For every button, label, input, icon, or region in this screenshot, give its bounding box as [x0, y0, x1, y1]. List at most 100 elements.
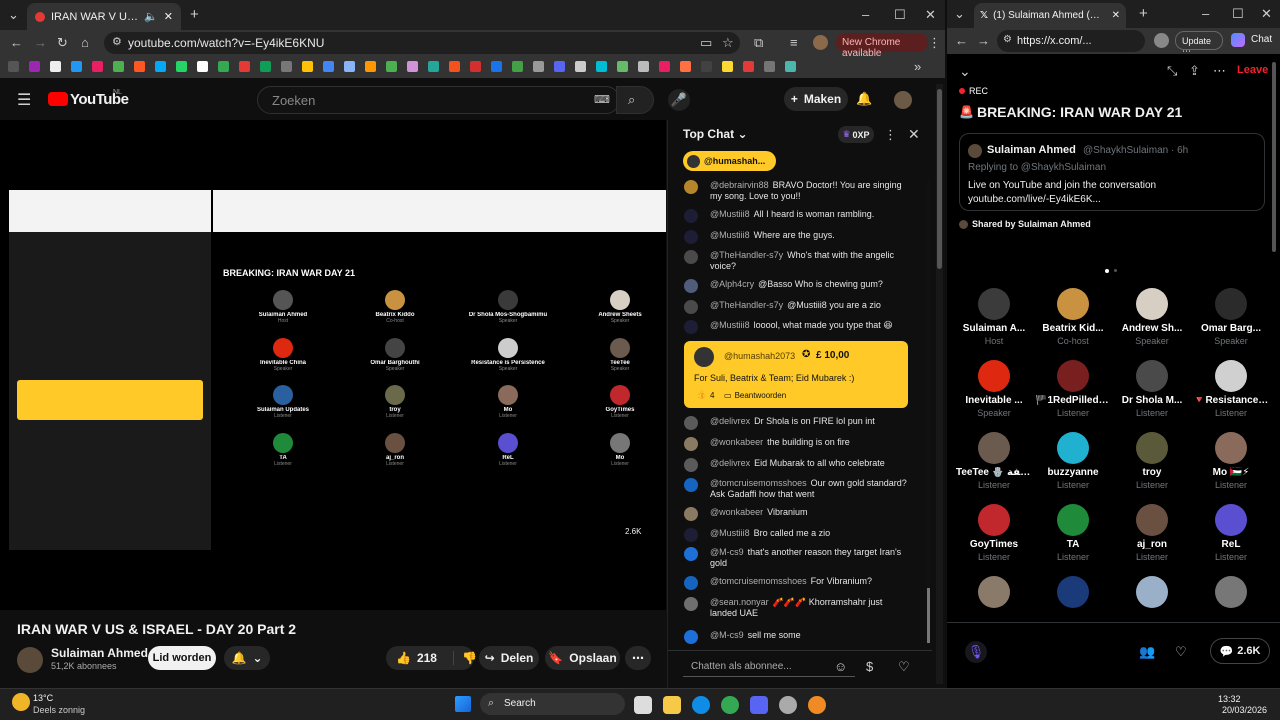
minimize-space-icon[interactable]: ⤡ [1167, 63, 1177, 79]
start-icon[interactable] [455, 696, 471, 712]
tab-list-icon[interactable]: ⌄ [954, 6, 965, 22]
join-button[interactable]: Lid worden [148, 646, 216, 670]
profile-avatar[interactable] [813, 35, 828, 50]
notifications-icon[interactable]: 🔔 [856, 91, 872, 107]
top-chat-dropdown[interactable]: Top Chat ⌄ [683, 127, 748, 141]
bookmark-icon[interactable] [197, 61, 208, 72]
reaction-icon[interactable]: ♡ [1175, 644, 1187, 660]
leave-button[interactable]: Leave [1237, 64, 1268, 76]
file-explorer-icon[interactable] [663, 696, 681, 714]
shared-post-card[interactable]: Sulaiman Ahmed @ShaykhSulaiman · 6h Repl… [959, 133, 1265, 211]
people-icon[interactable]: 👥 [1139, 644, 1155, 660]
chat-author[interactable]: @sean.nonyar [710, 597, 769, 607]
comments-button[interactable]: 💬 2.6K [1210, 638, 1270, 664]
right-scroll-thumb[interactable] [1272, 62, 1276, 252]
bookmark-icon[interactable] [701, 61, 712, 72]
tab-youtube[interactable]: IRAN WAR V US & ISRAEL 🔈 ✕ [27, 3, 181, 30]
apps-icon[interactable] [8, 61, 19, 72]
google-icon[interactable] [218, 61, 229, 72]
chat-author-avatar[interactable] [684, 458, 698, 472]
speaker-tile[interactable]: Inevitable ... Speaker [956, 360, 1032, 418]
more-actions-button[interactable]: ⋯ [625, 646, 651, 670]
sheets-icon[interactable] [260, 61, 271, 72]
speaker-tile[interactable]: buzzyanne Listener [1035, 432, 1111, 490]
heart-icon[interactable]: ♡ [898, 659, 910, 675]
chat-author[interactable]: @tomcruisemomsshoes [710, 576, 807, 586]
xp-badge[interactable]: ♛ 0XP [838, 126, 874, 143]
speaker-tile[interactable]: 🏴1RedPilledO... Listener [1035, 360, 1111, 418]
speaker-tile[interactable]: Andrew Sh... Speaker [1114, 288, 1190, 346]
speaker-tile[interactable]: TeeTee 🪬 عاطفة Listener [956, 432, 1032, 490]
chat-author[interactable]: @Mustiii8 [710, 528, 750, 538]
bookmark-icon[interactable] [386, 61, 397, 72]
right-address-bar[interactable]: ⚙ https://x.com/... [997, 30, 1145, 52]
more-bookmarks-icon[interactable]: » [914, 59, 921, 74]
bookmark-icon[interactable] [281, 61, 292, 72]
collapse-icon[interactable]: ⌄ [959, 63, 971, 80]
bookmark-icon[interactable] [785, 61, 796, 72]
bookmark-icon[interactable] [512, 61, 523, 72]
mic-icon[interactable]: 🎤 [668, 89, 690, 111]
tab-x[interactable]: 𝕏 (1) Sulaiman Ahmed (@ShaykhSul ✕ [974, 3, 1126, 28]
speaker-avatar[interactable] [1136, 576, 1168, 608]
back-icon[interactable]: ← [955, 33, 968, 48]
weather-icon[interactable] [12, 693, 30, 711]
bookmark-icon[interactable] [638, 61, 649, 72]
chat-author-avatar[interactable] [684, 230, 698, 244]
bookmark-icon[interactable] [743, 61, 754, 72]
chrome-menu-icon[interactable]: ⋮ [928, 35, 941, 51]
speaker-tile[interactable]: Mo 🇵🇸⚡ Listener [1193, 432, 1269, 490]
discord-icon[interactable] [750, 696, 768, 714]
chat-scrollbar[interactable] [927, 180, 930, 645]
chat-author[interactable]: @M-cs9 [710, 547, 744, 557]
chat-author[interactable]: @wonkabeer [710, 437, 763, 447]
reading-list-icon[interactable]: ≡ [790, 35, 798, 50]
new-chrome-badge[interactable]: New Chrome available [836, 33, 928, 59]
share-button[interactable]: ↪ Delen [479, 646, 539, 670]
notifications-bell-button[interactable]: 🔔 ⌄ [224, 646, 270, 670]
page-scroll-thumb[interactable] [937, 89, 942, 269]
bookmark-icon[interactable] [680, 61, 691, 72]
cast-icon[interactable]: ▭ [700, 35, 712, 51]
chat-author-avatar[interactable] [684, 507, 698, 521]
maximize-icon[interactable]: ☐ [894, 7, 906, 23]
channel-avatar[interactable] [17, 647, 43, 673]
profile-avatar[interactable] [1154, 33, 1169, 48]
new-tab-icon[interactable]: + [1139, 5, 1148, 22]
chat-author-avatar[interactable] [684, 300, 698, 314]
menu-icon[interactable]: ☰ [17, 90, 31, 110]
speaker-avatar[interactable] [1215, 576, 1247, 608]
speaker-tile[interactable]: ReL Listener [1193, 504, 1269, 562]
speaker-tile[interactable]: Omar Barg... Speaker [1193, 288, 1269, 346]
reply-button[interactable]: ▭ Beantwoorden [724, 388, 786, 402]
new-tab-icon[interactable]: + [190, 6, 199, 23]
chat-author-avatar[interactable] [684, 209, 698, 223]
chat-author-avatar[interactable] [684, 547, 698, 561]
bookmark-icon[interactable] [659, 61, 670, 72]
forward-icon[interactable]: → [977, 33, 990, 48]
bookmark-icon[interactable] [239, 61, 250, 72]
minimize-icon[interactable]: – [862, 7, 869, 22]
bookmark-icon[interactable] [491, 61, 502, 72]
speaker-tile[interactable]: Dr Shola M... Listener [1114, 360, 1190, 418]
superchat-icon[interactable]: $ [866, 659, 873, 674]
bookmark-icon[interactable] [428, 61, 439, 72]
pinned-superchat-ticker[interactable]: @humashah... [683, 151, 776, 171]
chat-author[interactable]: @TheHandler-s7y [710, 250, 783, 260]
carousel-dot-active[interactable] [1105, 269, 1109, 273]
reload-icon[interactable]: ↻ [57, 35, 68, 51]
maximize-icon[interactable]: ☐ [1232, 6, 1244, 22]
task-view-icon[interactable] [634, 696, 652, 714]
chat-author-avatar[interactable] [684, 180, 698, 194]
extensions-icon[interactable]: ⧉ [754, 35, 763, 51]
bookmark-icon[interactable] [764, 61, 775, 72]
bookmark-icon[interactable] [596, 61, 607, 72]
bookmark-icon[interactable] [92, 61, 103, 72]
site-info-icon[interactable]: ⚙ [112, 35, 122, 48]
chat-author-avatar[interactable] [684, 576, 698, 590]
speaker-tile[interactable]: Sulaiman A... Host [956, 288, 1032, 346]
speaker-tile[interactable]: GoyTimes Listener [956, 504, 1032, 562]
bookmark-icon[interactable] [470, 61, 481, 72]
superchat-like-icon[interactable]: 👍 [696, 390, 706, 399]
chat-author[interactable]: @delivrex [710, 416, 750, 426]
